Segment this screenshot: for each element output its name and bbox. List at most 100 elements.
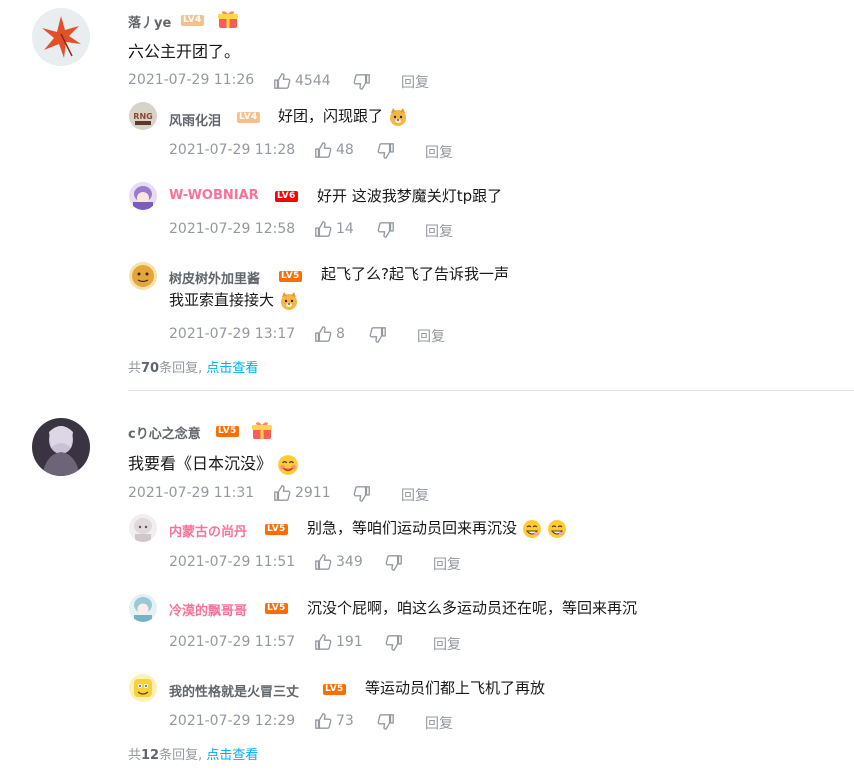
timestamp: 2021-07-29 12:58 [169,221,296,237]
summary-suffix: 条回复, [159,748,203,763]
reply-text: 好开 这波我梦魔关灯tp跟了 [317,187,503,205]
level-badge: LV5 [216,426,239,437]
like-count: 349 [336,554,363,570]
reply-summary: 共70条回复, 点击查看 [128,357,258,376]
username[interactable]: 树皮树外加里酱 [169,268,260,287]
reply-button[interactable]: 回复 [433,554,461,574]
dog-emoji-icon [279,291,299,311]
reply-button[interactable]: 回复 [425,221,453,241]
view-replies-link[interactable]: 点击查看 [206,361,258,376]
avatar[interactable]: RNG [129,102,157,130]
timestamp: 2021-07-29 11:28 [169,142,296,158]
avatar[interactable] [32,8,90,66]
reply-meta: 2021-07-29 11:28 [169,142,295,158]
like-button[interactable]: 349 [314,553,363,571]
username[interactable]: W-WOBNIAR [169,188,259,203]
like-button[interactable]: 4544 [273,72,331,90]
reply-text-content: 别急，等咱们运动员回来再沉没 [307,519,518,537]
like-button[interactable]: 191 [314,633,363,651]
thumbs-up-icon [314,633,332,651]
thumbs-down-icon[interactable] [377,221,395,239]
username[interactable]: 落丿ye [128,12,171,31]
thumbs-up-icon [273,72,291,90]
level-badge: LV5 [265,524,288,535]
summary-prefix: 共 [128,361,142,376]
reply-button[interactable]: 回复 [417,326,445,346]
avatar[interactable] [32,418,90,476]
reply-text-content: 好团，闪现跟了 [278,107,384,125]
thumbs-down-icon[interactable] [353,73,371,91]
timestamp: 2021-07-29 13:17 [169,326,296,342]
like-button[interactable]: 8 [314,325,345,343]
like-button[interactable]: 14 [314,220,354,238]
like-count: 8 [336,326,345,342]
avatar[interactable] [129,594,157,622]
reply-button[interactable]: 回复 [401,72,429,92]
reply-text-line2: 我亚索直接接大 [169,289,299,311]
view-replies-link[interactable]: 点击查看 [206,748,258,763]
level-badge: LV5 [265,603,288,614]
reply-text: 沉没个屁啊，咱这么多运动员还在呢，等回来再沉 [307,599,638,617]
level-badge: LV5 [279,271,302,282]
reply-text: 别急，等咱们运动员回来再沉没 [307,517,567,539]
dog-emoji-icon [388,107,408,127]
gift-badge-icon [251,419,273,441]
thumbs-up-icon [314,712,332,730]
thumbs-down-icon[interactable] [385,634,403,652]
comment-text-content: 我要看《日本沉没》 [128,454,273,473]
thumbs-up-icon [273,484,291,502]
username[interactable]: 我的性格就是火冒三丈 [169,681,299,700]
avatar[interactable] [129,514,157,542]
grin-emoji-icon [522,519,542,539]
summary-count: 70 [141,361,160,376]
summary-suffix: 条回复, [159,361,203,376]
username[interactable]: 风雨化泪 [169,110,221,129]
like-count: 2911 [295,485,331,501]
like-count: 73 [336,713,354,729]
thumbs-down-icon[interactable] [377,142,395,160]
level-badge: LV4 [181,15,204,26]
comment-text: 六公主开团了。 [128,42,241,61]
like-button[interactable]: 2911 [273,484,331,502]
comment-text: 我要看《日本沉没》 [128,452,299,476]
level-badge: LV4 [237,112,260,123]
reply-button[interactable]: 回复 [425,142,453,162]
thumbs-down-icon[interactable] [369,326,387,344]
comment-meta: 2021-07-29 11:31 [128,485,254,501]
timestamp: 2021-07-29 11:57 [169,634,296,650]
reply-meta: 2021-07-29 13:17 [169,326,295,342]
level-badge: LV6 [275,191,298,202]
like-button[interactable]: 73 [314,712,354,730]
reply-button[interactable]: 回复 [433,634,461,654]
thumbs-up-icon [314,553,332,571]
username[interactable]: cり心之念意 [128,423,201,442]
comment-meta: 2021-07-29 11:26 [128,72,254,88]
like-count: 4544 [295,73,331,89]
reply-meta: 2021-07-29 11:57 [169,634,295,650]
reply-meta: 2021-07-29 12:29 [169,713,295,729]
level-badge: LV5 [323,684,346,695]
like-count: 14 [336,221,354,237]
gift-badge-icon [217,8,239,30]
avatar[interactable] [129,182,157,210]
timestamp: 2021-07-29 11:51 [169,554,296,570]
thumbs-down-icon[interactable] [353,485,371,503]
divider [128,390,854,391]
thumbs-down-icon[interactable] [377,713,395,731]
timestamp: 2021-07-29 11:26 [128,72,255,88]
reply-button[interactable]: 回复 [401,485,429,505]
blush-emoji-icon [277,454,299,476]
avatar[interactable] [129,674,157,702]
reply-text: 好团，闪现跟了 [278,105,408,127]
reply-meta: 2021-07-29 12:58 [169,221,295,237]
reply-summary: 共12条回复, 点击查看 [128,744,258,763]
username[interactable]: 冷漠的飘哥哥 [169,600,247,619]
grin-emoji-icon [547,519,567,539]
avatar[interactable] [129,262,157,290]
like-button[interactable]: 48 [314,141,354,159]
reply-text-content: 我亚索直接接大 [169,291,275,309]
thumbs-down-icon[interactable] [385,554,403,572]
reply-button[interactable]: 回复 [425,713,453,733]
thumbs-up-icon [314,220,332,238]
username[interactable]: 内蒙古の尚丹 [169,521,247,540]
